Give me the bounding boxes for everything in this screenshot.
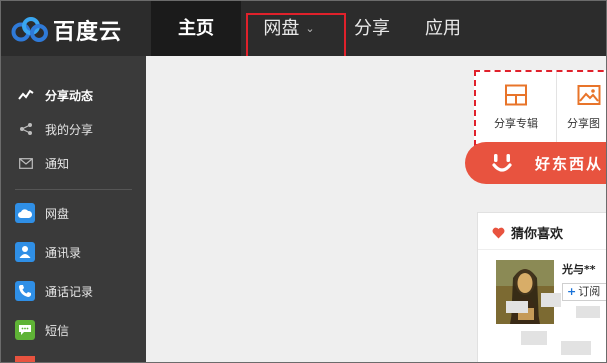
sidebar-item-label: 网盘	[45, 206, 70, 221]
share-image-tile[interactable]: 分享图	[557, 72, 606, 144]
sidebar-item-netdisk[interactable]: 网盘	[1, 196, 146, 230]
sidebar-item-notifications[interactable]: 通知	[1, 146, 146, 180]
sidebar-item-label: 通讯录	[45, 245, 82, 260]
chevron-down-icon: ⌄	[305, 22, 315, 35]
recommend-title: 猜你喜欢	[511, 227, 564, 242]
watermark	[576, 306, 600, 318]
sidebar-item-call-log[interactable]: 通话记录	[1, 274, 146, 308]
nav-home[interactable]: 主页	[151, 1, 241, 56]
subscribe-label: 订阅	[578, 285, 601, 298]
sidebar-item-share-activity[interactable]: 分享动态	[1, 78, 146, 112]
sidebar-item-label: 短信	[45, 323, 70, 338]
top-navigation-bar: 百度云 主页 网盘 ⌄ 分享 应用	[1, 1, 606, 56]
plus-icon: +	[567, 285, 577, 298]
nav-apps[interactable]: 应用	[407, 1, 479, 56]
main-content: 分享专辑 分享图 好东西从 猜你喜欢 光与** + 订阅	[146, 56, 606, 362]
contact-icon	[15, 242, 35, 262]
watermark	[521, 331, 547, 345]
sms-icon	[15, 320, 35, 340]
watermark	[541, 293, 561, 307]
share-album-tile[interactable]: 分享专辑	[476, 72, 556, 144]
call-log-icon	[15, 281, 35, 301]
subscribe-button[interactable]: + 订阅	[562, 283, 606, 301]
baidu-cloud-logo-icon	[11, 17, 48, 42]
app-window: 百度云 主页 网盘 ⌄ 分享 应用 分享动态 我的分享 通知 网盘 通讯录 通话…	[0, 0, 607, 363]
nav-netdisk[interactable]: 网盘 ⌄	[241, 1, 337, 56]
recommend-item-name[interactable]: 光与**	[562, 261, 596, 277]
watermark	[561, 341, 591, 355]
mona-lisa-thumbnail[interactable]	[496, 260, 554, 324]
sidebar-item-my-shares[interactable]: 我的分享	[1, 112, 146, 146]
promo-banner-text: 好东西从	[535, 155, 604, 173]
sidebar-item-label: 通话记录	[45, 284, 94, 299]
sidebar-item-label: 分享动态	[45, 88, 94, 103]
image-icon	[577, 85, 601, 105]
sidebar-item-label: 通知	[45, 156, 70, 171]
heart-icon	[492, 227, 505, 238]
promo-banner[interactable]: 好东西从	[465, 142, 606, 184]
sidebar-item-label: 我的分享	[45, 122, 94, 137]
nav-share[interactable]: 分享	[337, 1, 407, 56]
watermark	[506, 301, 528, 313]
mail-icon	[17, 154, 35, 172]
sidebar-divider	[15, 189, 132, 190]
smile-icon	[492, 154, 512, 172]
nav-netdisk-label: 网盘	[263, 18, 300, 39]
logo[interactable]: 百度云	[1, 1, 151, 56]
share-image-label: 分享图	[567, 117, 600, 130]
recommend-header: 猜你喜欢	[492, 223, 563, 242]
sidebar-next-item-icon	[15, 356, 35, 362]
sidebar: 分享动态 我的分享 通知 网盘 通讯录 通话记录 短信	[1, 56, 146, 362]
share-album-label: 分享专辑	[494, 117, 538, 130]
cloud-icon	[15, 203, 35, 223]
share-icon	[17, 120, 35, 138]
logo-text: 百度云	[53, 20, 123, 45]
quick-apps-card: 分享专辑 分享图	[474, 70, 606, 146]
activity-icon	[17, 86, 35, 104]
sidebar-item-contacts[interactable]: 通讯录	[1, 235, 146, 269]
sidebar-item-sms[interactable]: 短信	[1, 313, 146, 347]
recommend-divider	[478, 249, 606, 250]
album-grid-icon	[505, 84, 527, 106]
main-nav: 主页 网盘 ⌄ 分享 应用	[151, 1, 479, 56]
